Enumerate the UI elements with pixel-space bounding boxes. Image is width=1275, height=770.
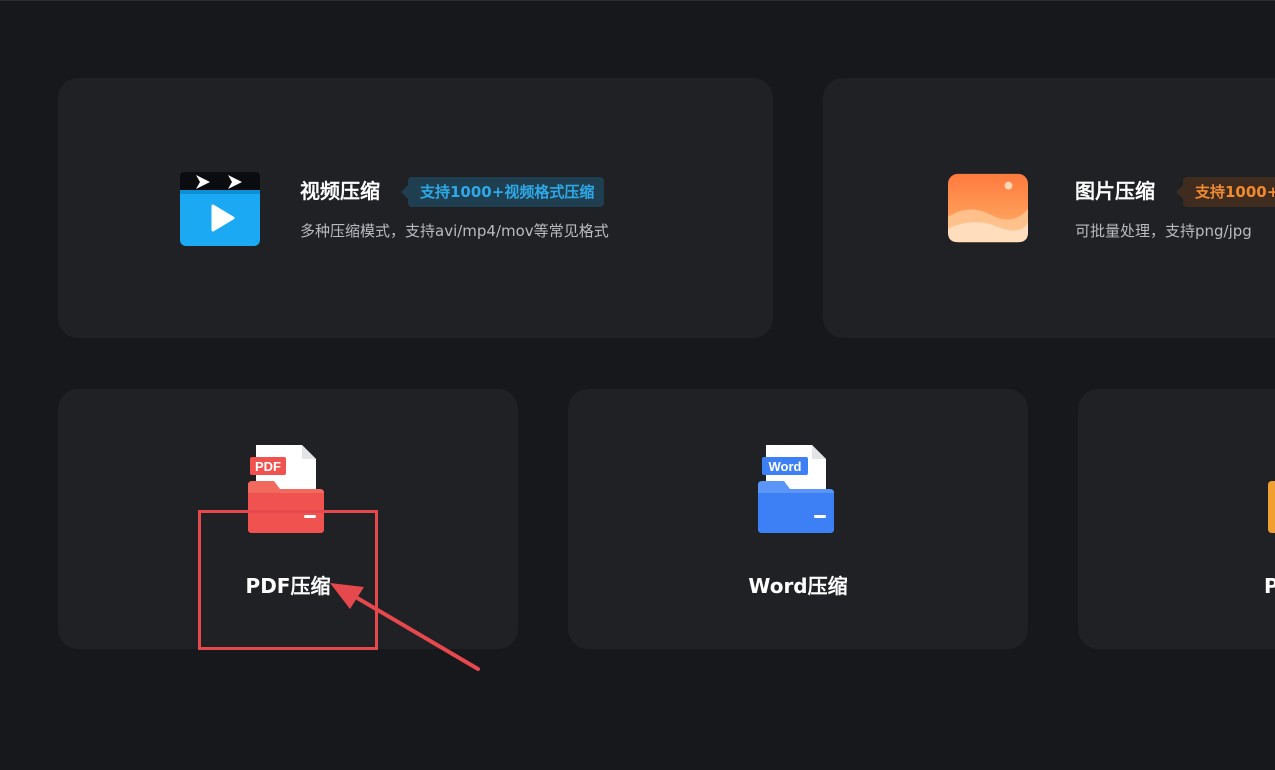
pdf-compress-label: PDF压缩 [245, 574, 331, 598]
image-format-badge: 支持1000+ [1175, 177, 1275, 207]
pdf-folder-icon: PDF [248, 445, 324, 533]
word-compress-label: Word压缩 [748, 574, 848, 598]
video-clapper-icon [180, 172, 260, 246]
app-window: 视频压缩 支持1000+视频格式压缩 多种压缩模式，支持avi/mp4/mov等… [0, 0, 1275, 770]
word-icon-text: Word [769, 459, 802, 474]
image-compress-card[interactable]: 图片压缩 支持1000+ 可批量处理，支持png/jpg [823, 78, 1275, 338]
ppt-compress-card[interactable]: P [1078, 389, 1275, 649]
image-landscape-icon [948, 173, 1028, 243]
word-folder-icon: Word [758, 445, 834, 533]
image-compress-title: 图片压缩 [1075, 179, 1155, 203]
video-compress-card[interactable]: 视频压缩 支持1000+视频格式压缩 多种压缩模式，支持avi/mp4/mov等… [58, 78, 773, 338]
pdf-icon-text: PDF [255, 459, 281, 474]
pdf-compress-card[interactable]: PDF PDF压缩 [58, 389, 518, 649]
video-compress-title: 视频压缩 [300, 179, 380, 203]
video-compress-description: 多种压缩模式，支持avi/mp4/mov等常见格式 [300, 222, 609, 240]
video-format-badge: 支持1000+视频格式压缩 [400, 177, 605, 207]
image-compress-description: 可批量处理，支持png/jpg [1075, 222, 1252, 240]
ppt-folder-icon [1268, 481, 1275, 533]
word-compress-card[interactable]: Word Word压缩 [568, 389, 1028, 649]
ppt-compress-label: P [1264, 573, 1275, 599]
